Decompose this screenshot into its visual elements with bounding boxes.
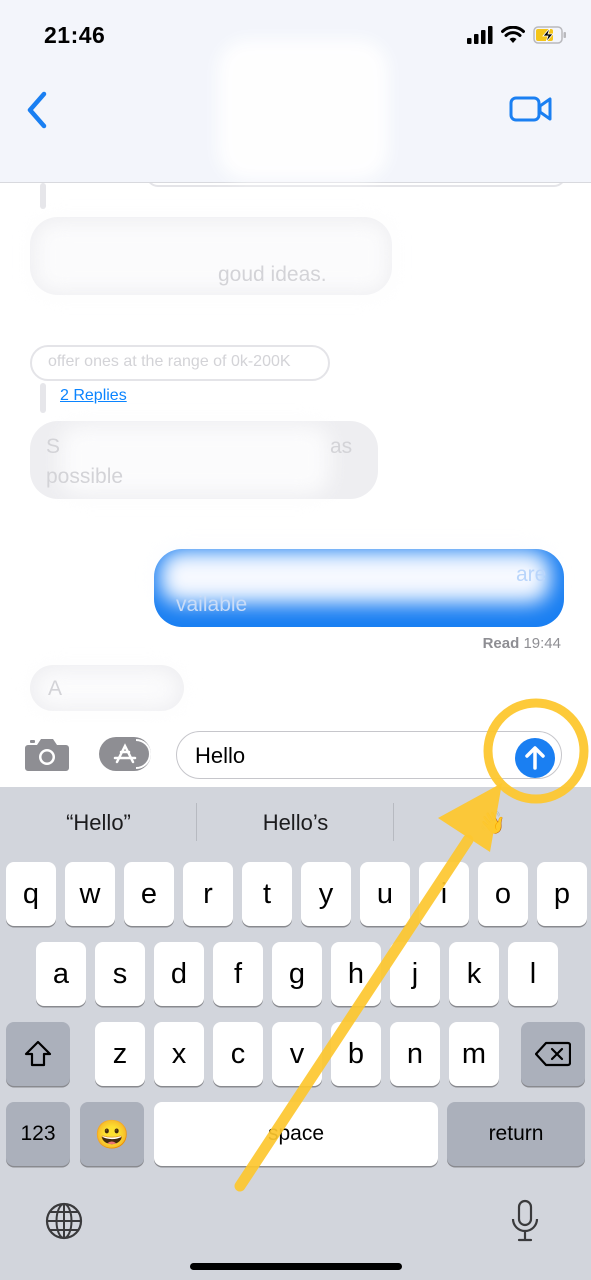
key-b[interactable]: b (331, 1022, 381, 1086)
back-chevron-icon[interactable] (18, 88, 58, 132)
message-text-fragment: goud ideas. (218, 263, 327, 286)
delete-key[interactable] (521, 1022, 585, 1086)
suggestion-emoji[interactable]: 👋 (394, 787, 591, 859)
key-h[interactable]: h (331, 942, 381, 1006)
battery-charging-icon (533, 26, 566, 44)
message-input-value: Hello (195, 743, 246, 768)
compose-bar: Hello (0, 723, 591, 787)
read-receipt: Read 19:44 (483, 635, 561, 652)
key-u[interactable]: u (360, 862, 410, 926)
key-a[interactable]: a (36, 942, 86, 1006)
quoted-text: offer ones at the range of 0k-200K (48, 353, 291, 370)
key-e[interactable]: e (124, 862, 174, 926)
message-thread[interactable]: goud ideas. offer ones at the range of 0… (0, 183, 591, 723)
home-indicator (190, 1263, 402, 1270)
keyboard: “Hello” Hello’s 👋 qwertyuiop asdfghjkl z… (0, 787, 591, 1280)
suggestion-possessive[interactable]: Hello’s (197, 787, 394, 859)
message-text-fragment: S (46, 435, 61, 458)
key-n[interactable]: n (390, 1022, 440, 1086)
key-t[interactable]: t (242, 862, 292, 926)
key-g[interactable]: g (272, 942, 322, 1006)
conversation-header: 21:46 (0, 0, 591, 183)
key-d[interactable]: d (154, 942, 204, 1006)
key-l[interactable]: l (508, 942, 558, 1006)
return-key[interactable]: return (447, 1102, 585, 1166)
key-p[interactable]: p (537, 862, 587, 926)
message-text-fragment: A (48, 677, 63, 700)
status-time: 21:46 (44, 22, 106, 48)
status-icons (467, 24, 567, 46)
message-text-fragment: are (516, 563, 547, 586)
message-text-fragment: possible (46, 465, 124, 488)
shift-icon (24, 1040, 52, 1067)
key-j[interactable]: j (390, 942, 440, 1006)
send-button[interactable] (515, 738, 555, 778)
key-r[interactable]: r (183, 862, 233, 926)
key-s[interactable]: s (95, 942, 145, 1006)
suggestion-quoted[interactable]: “Hello” (0, 787, 197, 859)
shift-key[interactable] (6, 1022, 70, 1086)
wifi-icon (501, 26, 525, 43)
key-x[interactable]: x (154, 1022, 204, 1086)
key-o[interactable]: o (478, 862, 528, 926)
key-f[interactable]: f (213, 942, 263, 1006)
key-w[interactable]: w (65, 862, 115, 926)
message-text-fragment: as (330, 435, 353, 458)
space-key[interactable]: space (154, 1102, 438, 1166)
camera-icon[interactable] (24, 736, 70, 772)
numbers-key[interactable]: 123 (6, 1102, 70, 1166)
delete-icon (535, 1041, 571, 1067)
video-camera-icon[interactable] (509, 94, 553, 124)
key-i[interactable]: i (419, 862, 469, 926)
thread-line (40, 383, 46, 413)
key-z[interactable]: z (95, 1022, 145, 1086)
arrow-up-icon (525, 746, 545, 770)
message-input[interactable]: Hello (176, 731, 562, 779)
emoji-key[interactable]: 😀 (80, 1102, 144, 1166)
message-text-fragment: vailable (176, 593, 248, 616)
thread-line (40, 183, 46, 209)
contact-avatar-blurred[interactable] (218, 40, 388, 180)
signal-icon (467, 26, 493, 44)
read-label: Read (482, 635, 520, 652)
globe-icon[interactable] (44, 1201, 84, 1241)
key-q[interactable]: q (6, 862, 56, 926)
microphone-icon[interactable] (510, 1199, 540, 1243)
read-time: 19:44 (523, 635, 561, 652)
redaction-mask (34, 221, 390, 293)
key-c[interactable]: c (213, 1022, 263, 1086)
replies-link[interactable]: 2 Replies (60, 387, 127, 405)
key-k[interactable]: k (449, 942, 499, 1006)
key-y[interactable]: y (301, 862, 351, 926)
message-bubble-reply[interactable] (146, 183, 566, 187)
key-v[interactable]: v (272, 1022, 322, 1086)
app-store-icon[interactable] (98, 736, 152, 772)
key-m[interactable]: m (449, 1022, 499, 1086)
